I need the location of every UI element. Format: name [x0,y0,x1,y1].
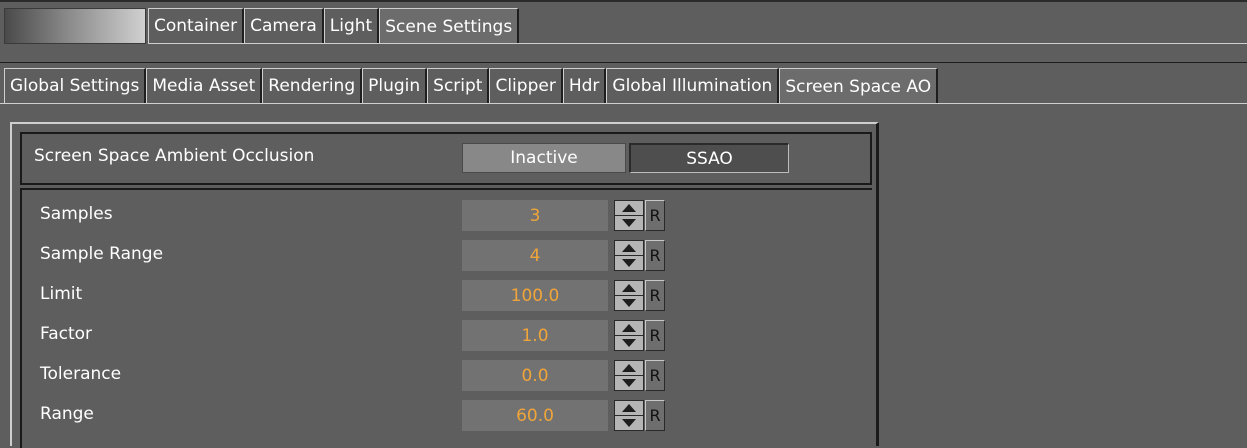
factor-label: Factor [40,324,93,344]
tab-clipper[interactable]: Clipper [489,68,563,104]
range-field[interactable]: 60.0 [462,400,608,431]
ssao-mode-header: Screen Space Ambient Occlusion Inactive … [20,132,872,185]
app-logo [4,8,146,44]
sample-range-label: Sample Range [40,244,164,264]
object-tab-bar: Container Camera Light Scene Settings [0,0,1247,60]
range-reset-button[interactable]: R [645,400,665,431]
param-row-tolerance: Tolerance 0.0 R [22,356,872,396]
tolerance-spinner[interactable] [614,360,644,391]
param-row-samples: Samples 3 R [22,196,872,236]
tab-row-divider [148,43,1247,44]
decrement-icon[interactable] [615,336,643,350]
ssao-panel: Screen Space Ambient Occlusion Inactive … [10,122,879,448]
increment-icon[interactable] [615,281,643,296]
increment-icon[interactable] [615,241,643,256]
tab-screen-space-ao[interactable]: Screen Space AO [779,68,939,104]
tolerance-label: Tolerance [40,364,122,384]
tab-light[interactable]: Light [323,8,380,44]
tab-rendering[interactable]: Rendering [262,68,363,104]
param-row-limit: Limit 100.0 R [22,276,872,316]
decrement-icon[interactable] [615,216,643,230]
param-row-factor: Factor 1.0 R [22,316,872,356]
tab-global-settings[interactable]: Global Settings [4,68,147,104]
decrement-icon[interactable] [615,416,643,430]
limit-spinner[interactable] [614,280,644,311]
increment-icon[interactable] [615,321,643,336]
tab-hdr[interactable]: Hdr [562,68,607,104]
tab-script[interactable]: Script [427,68,490,104]
tab-plugin[interactable]: Plugin [362,68,428,104]
tab-container[interactable]: Container [148,8,245,44]
tab-global-illumination[interactable]: Global Illumination [606,68,780,104]
ssao-title: Screen Space Ambient Occlusion [34,146,315,166]
object-tabs: Container Camera Light Scene Settings [148,8,520,44]
increment-icon[interactable] [615,401,643,416]
tab-scene-settings[interactable]: Scene Settings [379,8,520,44]
settings-tab-top-divider [0,62,1247,63]
ssao-button[interactable]: SSAO [629,143,789,173]
tab-camera[interactable]: Camera [244,8,324,44]
sample-range-spinner[interactable] [614,240,644,271]
tab-media-asset[interactable]: Media Asset [146,68,263,104]
decrement-icon[interactable] [615,256,643,270]
param-row-sample-range: Sample Range 4 R [22,236,872,276]
settings-tabs: Global Settings Media Asset Rendering Pl… [4,68,939,104]
settings-tab-divider [0,103,1247,104]
param-row-range: Range 60.0 R [22,396,872,436]
range-spinner[interactable] [614,400,644,431]
factor-reset-button[interactable]: R [645,320,665,351]
increment-icon[interactable] [615,361,643,376]
samples-spinner[interactable] [614,200,644,231]
samples-field[interactable]: 3 [462,200,608,231]
limit-reset-button[interactable]: R [645,280,665,311]
increment-icon[interactable] [615,201,643,216]
samples-label: Samples [40,204,113,224]
decrement-icon[interactable] [615,376,643,390]
inactive-button[interactable]: Inactive [462,143,626,173]
decrement-icon[interactable] [615,296,643,310]
samples-reset-button[interactable]: R [645,200,665,231]
range-label: Range [40,404,94,424]
tolerance-reset-button[interactable]: R [645,360,665,391]
factor-field[interactable]: 1.0 [462,320,608,351]
sample-range-field[interactable]: 4 [462,240,608,271]
tolerance-field[interactable]: 0.0 [462,360,608,391]
sample-range-reset-button[interactable]: R [645,240,665,271]
ssao-parameters: Samples 3 R Sample Range 4 R Limit 100.0 [20,188,872,448]
limit-field[interactable]: 100.0 [462,280,608,311]
limit-label: Limit [40,284,83,304]
factor-spinner[interactable] [614,320,644,351]
